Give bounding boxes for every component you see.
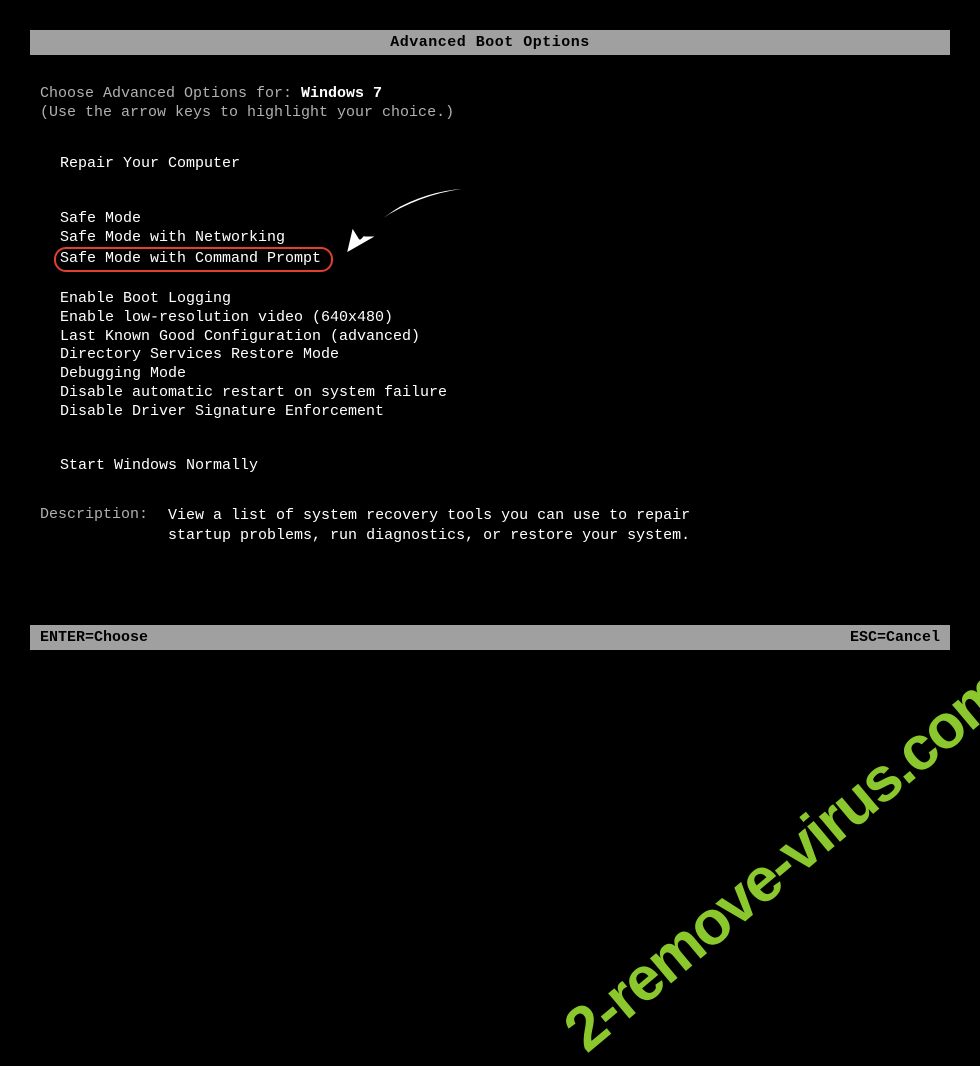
footer-esc-hint: ESC=Cancel bbox=[850, 629, 940, 646]
footer-bar: ENTER=Choose ESC=Cancel bbox=[30, 625, 950, 650]
os-name: Windows 7 bbox=[301, 85, 382, 102]
prompt-line: Choose Advanced Options for: Windows 7 bbox=[40, 85, 940, 102]
description-section: Description: View a list of system recov… bbox=[40, 506, 940, 545]
watermark-text: 2-remove-virus.com bbox=[551, 656, 980, 1066]
option-repair-computer[interactable]: Repair Your Computer bbox=[60, 155, 940, 174]
option-debugging-mode[interactable]: Debugging Mode bbox=[60, 365, 940, 384]
option-last-known-good[interactable]: Last Known Good Configuration (advanced) bbox=[60, 328, 940, 347]
option-safe-mode-networking[interactable]: Safe Mode with Networking bbox=[60, 229, 940, 248]
options-list: Repair Your Computer Safe Mode Safe Mode… bbox=[40, 155, 940, 476]
title-text: Advanced Boot Options bbox=[390, 34, 590, 51]
option-safe-mode-command-prompt[interactable]: Safe Mode with Command Prompt bbox=[54, 247, 333, 272]
option-boot-logging[interactable]: Enable Boot Logging bbox=[60, 290, 940, 309]
option-low-res-video[interactable]: Enable low-resolution video (640x480) bbox=[60, 309, 940, 328]
footer-enter-hint: ENTER=Choose bbox=[40, 629, 148, 646]
option-directory-services-restore[interactable]: Directory Services Restore Mode bbox=[60, 346, 940, 365]
instruction-text: (Use the arrow keys to highlight your ch… bbox=[40, 104, 940, 121]
option-disable-driver-sig[interactable]: Disable Driver Signature Enforcement bbox=[60, 403, 940, 422]
content-area: Choose Advanced Options for: Windows 7 (… bbox=[0, 55, 980, 555]
option-safe-mode[interactable]: Safe Mode bbox=[60, 210, 940, 229]
option-disable-auto-restart[interactable]: Disable automatic restart on system fail… bbox=[60, 384, 940, 403]
title-bar: Advanced Boot Options bbox=[30, 30, 950, 55]
description-text: View a list of system recovery tools you… bbox=[168, 506, 690, 545]
description-label: Description: bbox=[40, 506, 168, 545]
option-start-normally[interactable]: Start Windows Normally bbox=[60, 457, 940, 476]
prompt-label: Choose Advanced Options for: bbox=[40, 85, 301, 102]
